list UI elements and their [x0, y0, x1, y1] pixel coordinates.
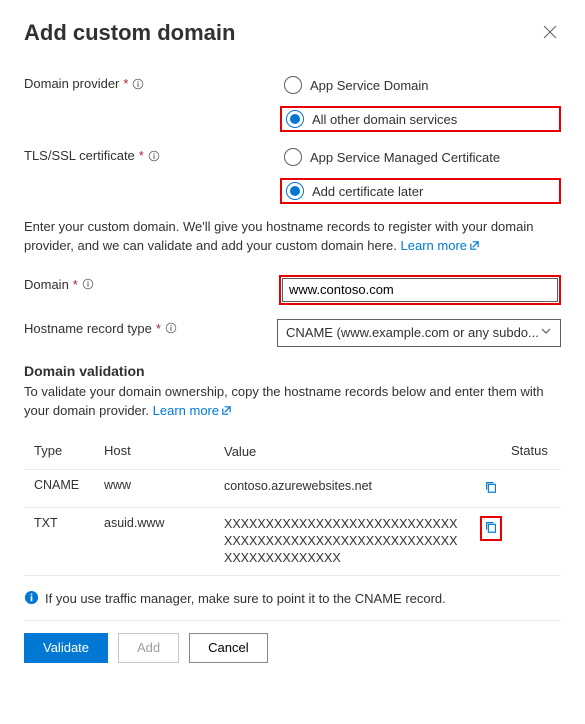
col-value: Value — [224, 443, 471, 461]
col-status: Status — [511, 443, 561, 458]
radio-label: App Service Domain — [310, 78, 429, 93]
domain-provider-label: Domain provider * — [24, 74, 284, 91]
traffic-manager-note: If you use traffic manager, make sure to… — [24, 590, 561, 608]
radio-app-service-managed-cert[interactable]: App Service Managed Certificate — [284, 146, 561, 168]
validate-button[interactable]: Validate — [24, 633, 108, 663]
radio-app-service-domain[interactable]: App Service Domain — [284, 74, 561, 96]
copy-icon — [484, 480, 498, 497]
label-text: TLS/SSL certificate — [24, 148, 135, 163]
radio-icon — [284, 148, 302, 166]
validation-text: To validate your domain ownership, copy … — [24, 383, 561, 422]
domain-label: Domain * — [24, 275, 279, 292]
add-button: Add — [118, 633, 179, 663]
learn-more-link[interactable]: Learn more — [153, 403, 232, 418]
domain-validation-heading: Domain validation — [24, 363, 561, 379]
radio-add-certificate-later[interactable]: Add certificate later — [280, 178, 561, 204]
tls-certificate-label: TLS/SSL certificate * — [24, 146, 284, 163]
page-title: Add custom domain — [24, 20, 235, 46]
note-text: If you use traffic manager, make sure to… — [45, 591, 446, 606]
hostname-records-table: Type Host Value Status CNAME www contoso… — [24, 435, 561, 575]
table-row: TXT asuid.www XXXXXXXXXXXXXXXXXXXXXXXXXX… — [24, 508, 561, 576]
info-icon[interactable] — [132, 78, 144, 90]
radio-label: All other domain services — [312, 112, 457, 127]
cell-value: contoso.azurewebsites.net — [224, 478, 471, 495]
info-icon — [24, 590, 39, 608]
col-host: Host — [104, 443, 224, 458]
close-icon — [543, 27, 557, 42]
radio-all-other-domain-services[interactable]: All other domain services — [280, 106, 561, 132]
cell-host: asuid.www — [104, 516, 224, 530]
col-type: Type — [24, 443, 104, 458]
radio-icon — [286, 182, 304, 200]
label-text: Domain provider — [24, 76, 119, 91]
required-asterisk: * — [73, 277, 78, 292]
description-text: Enter your custom domain. We'll give you… — [24, 218, 561, 257]
external-link-icon — [221, 403, 232, 422]
validation-body: To validate your domain ownership, copy … — [24, 384, 544, 418]
chevron-down-icon — [540, 325, 552, 340]
table-header: Type Host Value Status — [24, 435, 561, 470]
cell-value: XXXXXXXXXXXXXXXXXXXXXXXXXXXXXXXXXXXXXXXX… — [224, 516, 471, 567]
info-icon[interactable] — [82, 278, 94, 290]
copy-button[interactable] — [480, 516, 502, 541]
required-asterisk: * — [156, 321, 161, 336]
required-asterisk: * — [139, 148, 144, 163]
learn-more-link[interactable]: Learn more — [401, 238, 480, 253]
cell-host: www — [104, 478, 224, 492]
external-link-icon — [469, 238, 480, 257]
info-icon[interactable] — [165, 322, 177, 334]
cell-type: CNAME — [24, 478, 104, 492]
hostname-record-type-select[interactable]: CNAME (www.example.com or any subdo... — [277, 319, 561, 347]
label-text: Domain — [24, 277, 69, 292]
radio-icon — [284, 76, 302, 94]
copy-button[interactable] — [482, 478, 500, 499]
close-button[interactable] — [539, 21, 561, 46]
select-value: CNAME (www.example.com or any subdo... — [286, 325, 539, 340]
radio-label: App Service Managed Certificate — [310, 150, 500, 165]
info-icon[interactable] — [148, 150, 160, 162]
required-asterisk: * — [123, 76, 128, 91]
table-row: CNAME www contoso.azurewebsites.net — [24, 470, 561, 508]
footer-actions: Validate Add Cancel — [24, 620, 561, 663]
domain-input[interactable] — [282, 278, 558, 302]
cancel-button[interactable]: Cancel — [189, 633, 267, 663]
radio-icon — [286, 110, 304, 128]
radio-label: Add certificate later — [312, 184, 423, 199]
label-text: Hostname record type — [24, 321, 152, 336]
copy-icon — [484, 520, 498, 537]
hostname-record-type-label: Hostname record type * — [24, 319, 277, 336]
cell-type: TXT — [24, 516, 104, 530]
